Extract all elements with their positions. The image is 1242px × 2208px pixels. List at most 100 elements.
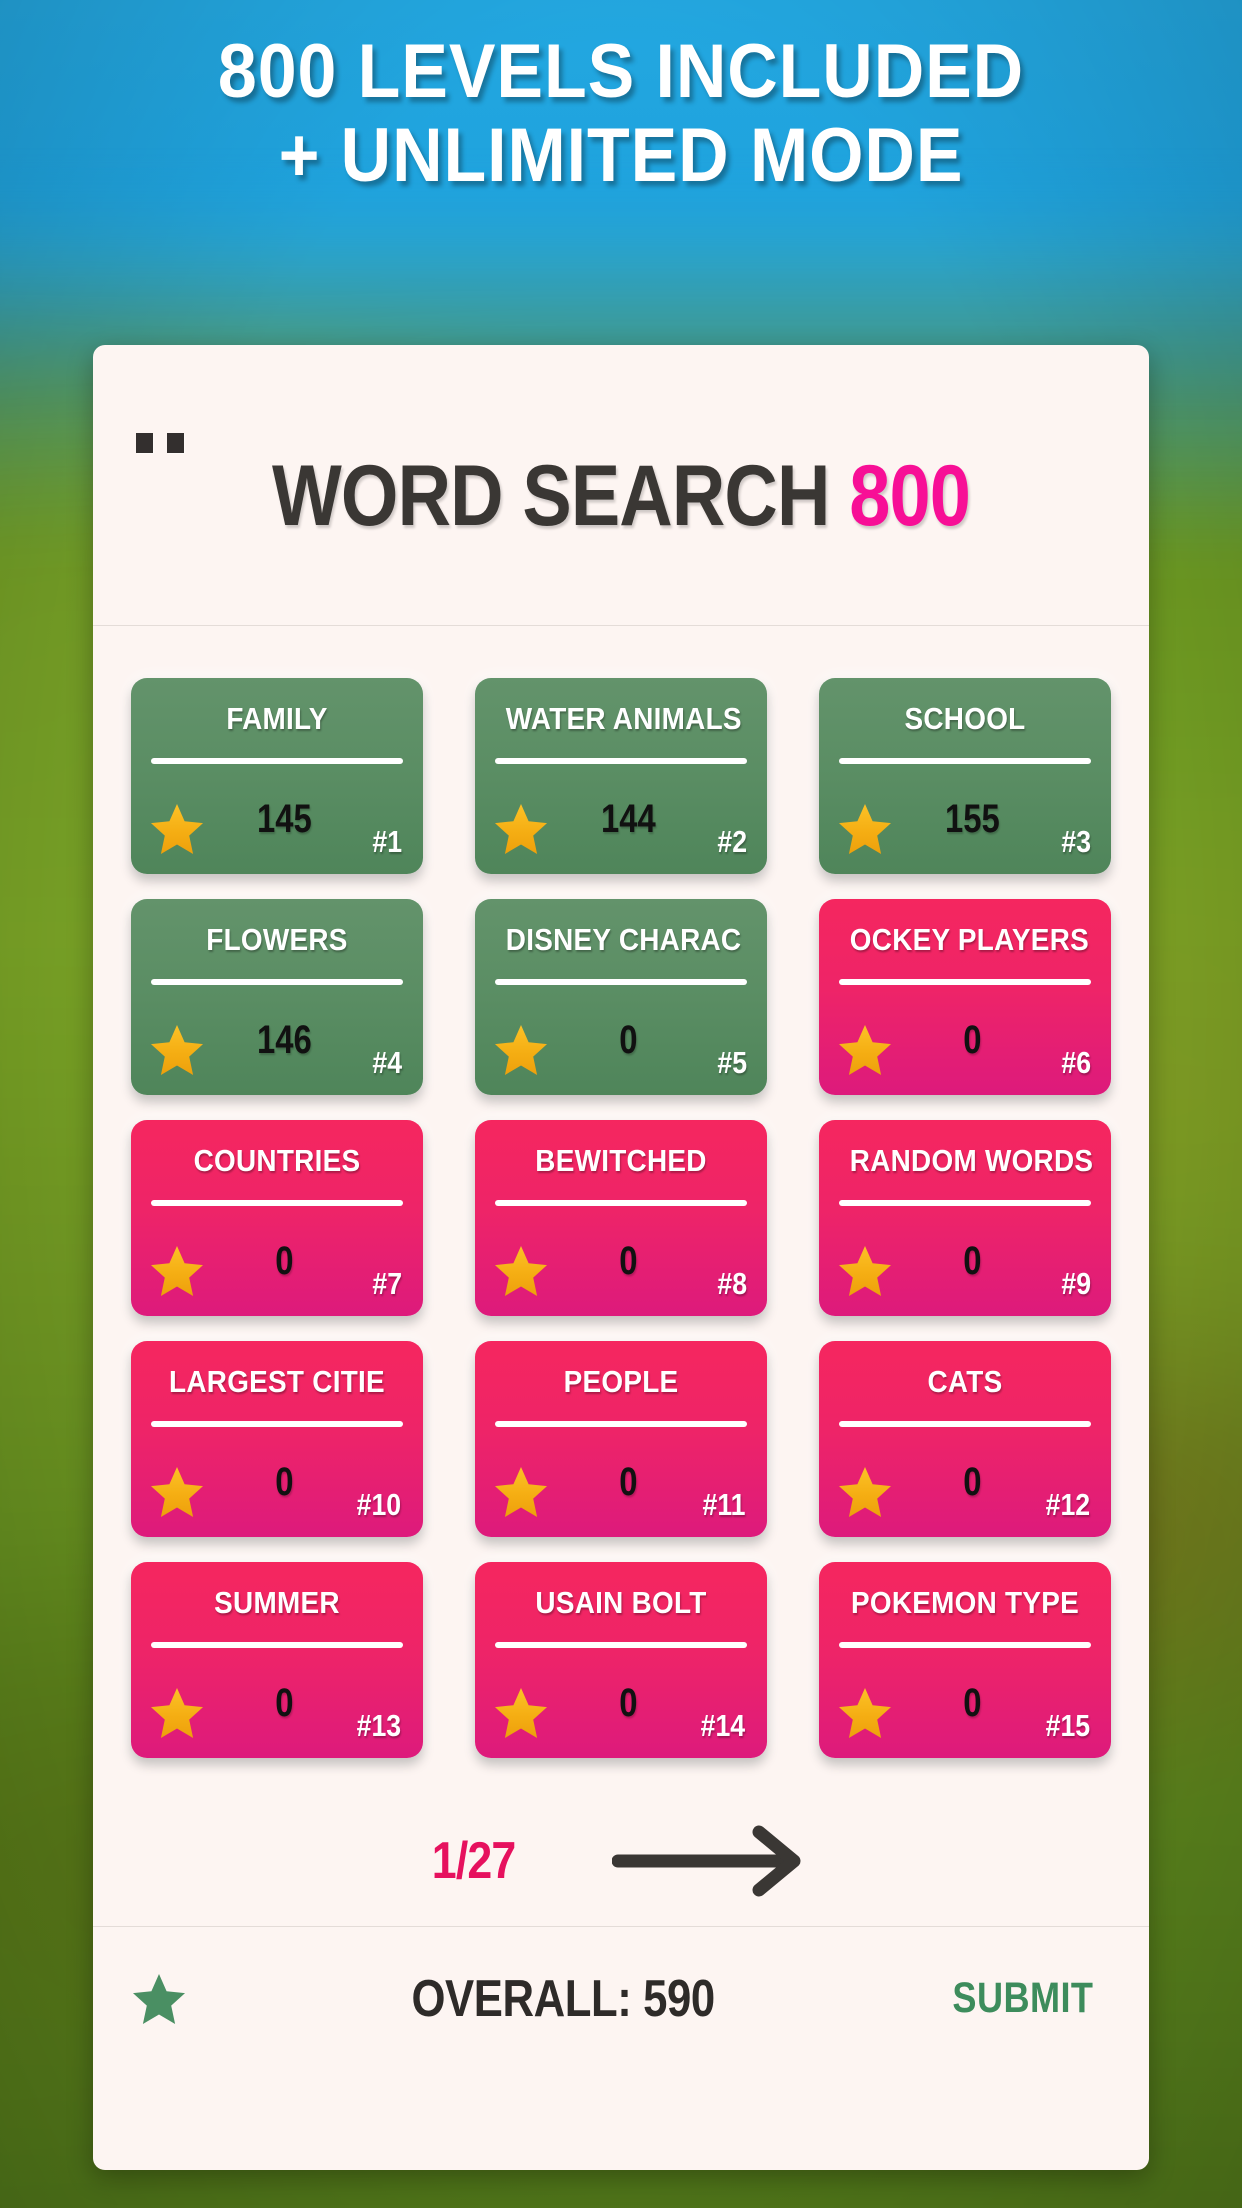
level-card-score: 0 [619,1239,638,1283]
level-card-index: #6 [1061,1045,1091,1080]
level-card-score: 0 [963,1239,982,1283]
level-card-bottom: 0 #15 [837,1678,1093,1742]
pause-icon[interactable] [136,433,184,453]
app-panel: WORD SEARCH 800 FAMILY 145 #1 WATER ANIMALS… [93,345,1149,2170]
level-card[interactable]: CATS 0 #12 [819,1341,1112,1537]
pager: 1/27 [93,1806,1149,1916]
level-card-title: DISNEY CHARAC [505,922,742,957]
level-card-score: 0 [963,1018,982,1062]
pager-count: 1/27 [431,1832,516,1890]
level-card-rule [150,1642,403,1648]
level-card-index: #8 [716,1266,747,1301]
level-card[interactable]: FLOWERS 146 #4 [130,899,423,1095]
level-card-bottom: 0 #5 [493,1015,749,1079]
level-card-score: 144 [600,797,656,841]
level-card[interactable]: RANDOM WORDS 0 #9 [819,1120,1112,1316]
level-card-rule [494,758,747,764]
level-card-title: OCKEY PLAYERS [850,922,1090,957]
level-card-rule [839,1200,1092,1206]
level-card-rule [839,1421,1092,1427]
level-card-index: #13 [356,1708,402,1743]
level-card[interactable]: WATER ANIMALS 144 #2 [474,678,767,874]
level-card-bottom: 155 #3 [837,794,1093,858]
star-icon [131,1972,187,2026]
level-card-bottom: 0 #8 [493,1236,749,1300]
level-card-bottom: 145 #1 [149,794,405,858]
level-card-bottom: 0 #12 [837,1457,1093,1521]
level-card-bottom: 0 #11 [493,1457,749,1521]
level-card-index: #12 [1045,1487,1090,1522]
level-card-bottom: 146 #4 [149,1015,405,1079]
level-card-title: CATS [927,1364,1003,1399]
level-card-index: #11 [702,1487,746,1522]
level-card-score: 0 [963,1460,982,1504]
level-card[interactable]: SCHOOL 155 #3 [819,678,1112,874]
app-title-text: WORD SEARCH [271,448,830,544]
level-card-rule [839,758,1092,764]
app-header: WORD SEARCH 800 [93,345,1149,625]
level-card-bottom: 0 #6 [837,1015,1093,1079]
level-card-score: 0 [619,1681,638,1725]
level-card[interactable]: SUMMER 0 #13 [130,1562,423,1758]
level-card[interactable]: LARGEST CITIE 0 #10 [130,1341,423,1537]
level-card-title: USAIN BOLT [535,1585,707,1620]
level-card-score: 145 [256,797,312,841]
level-card-index: #3 [1061,824,1091,859]
level-card-rule [150,979,403,985]
promo-line-1: 800 LEVELS INCLUDED [217,29,1025,114]
level-card-bottom: 0 #10 [149,1457,405,1521]
level-card-rule [494,1421,747,1427]
level-card-rule [494,979,747,985]
promo-headline: 800 LEVELS INCLUDED + UNLIMITED MODE [50,30,1193,198]
overall-score: OVERALL: 590 [411,1969,715,2028]
level-card-index: #5 [716,1045,747,1080]
level-card-title: RANDOM WORDS [850,1143,1094,1178]
level-card-title: PEOPLE [563,1364,679,1399]
level-card-bottom: 0 #9 [837,1236,1093,1300]
level-card-bottom: 144 #2 [493,794,749,858]
level-card-index: #15 [1045,1708,1090,1743]
level-card[interactable]: PEOPLE 0 #11 [474,1341,767,1537]
level-card-bottom: 0 #7 [149,1236,405,1300]
arrow-right-icon[interactable] [612,1825,817,1897]
pause-icon-bar-left [136,433,153,453]
level-card-title: FAMILY [225,701,328,736]
level-card[interactable]: OCKEY PLAYERS 0 #6 [819,899,1112,1095]
level-card[interactable]: FAMILY 145 #1 [130,678,423,874]
pause-icon-bar-right [167,433,184,453]
level-card-index: #14 [700,1708,746,1743]
level-card-bottom: 0 #14 [493,1678,749,1742]
level-card-score: 0 [619,1460,638,1504]
level-card-score: 0 [274,1239,294,1283]
screen-root: 800 LEVELS INCLUDED + UNLIMITED MODE WOR… [0,0,1242,2208]
level-card-rule [150,758,403,764]
level-card[interactable]: DISNEY CHARAC 0 #5 [474,899,767,1095]
level-card-title: COUNTRIES [193,1143,361,1178]
level-card-index: #2 [716,824,747,859]
level-card[interactable]: USAIN BOLT 0 #14 [474,1562,767,1758]
level-card-score: 146 [256,1018,312,1062]
footer-bar: OVERALL: 590 SUBMIT [93,1927,1149,2070]
page-title: WORD SEARCH 800 [167,453,1075,539]
promo-line-2: + UNLIMITED MODE [278,113,964,198]
level-card-title: SUMMER [213,1585,340,1620]
level-grid: FAMILY 145 #1 WATER ANIMALS 144 #2 SCHOOL 155 #3… [93,626,1149,1758]
level-card-score: 155 [945,797,1001,841]
level-card-bottom: 0 #13 [149,1678,405,1742]
level-card-score: 0 [274,1460,294,1504]
app-title-number: 800 [849,448,971,544]
level-card-title: FLOWERS [205,922,348,957]
level-card-rule [494,1200,747,1206]
level-card-rule [150,1421,403,1427]
submit-button[interactable]: SUBMIT [953,1976,1094,2021]
level-card-rule [494,1642,747,1648]
level-card-score: 0 [963,1681,982,1725]
level-card-index: #7 [372,1266,403,1301]
level-card-rule [839,979,1092,985]
level-card[interactable]: BEWITCHED 0 #8 [474,1120,767,1316]
level-card-index: #4 [372,1045,403,1080]
level-card-index: #9 [1061,1266,1091,1301]
level-card[interactable]: COUNTRIES 0 #7 [130,1120,423,1316]
level-card[interactable]: POKEMON TYPE 0 #15 [819,1562,1112,1758]
level-card-score: 0 [274,1681,294,1725]
